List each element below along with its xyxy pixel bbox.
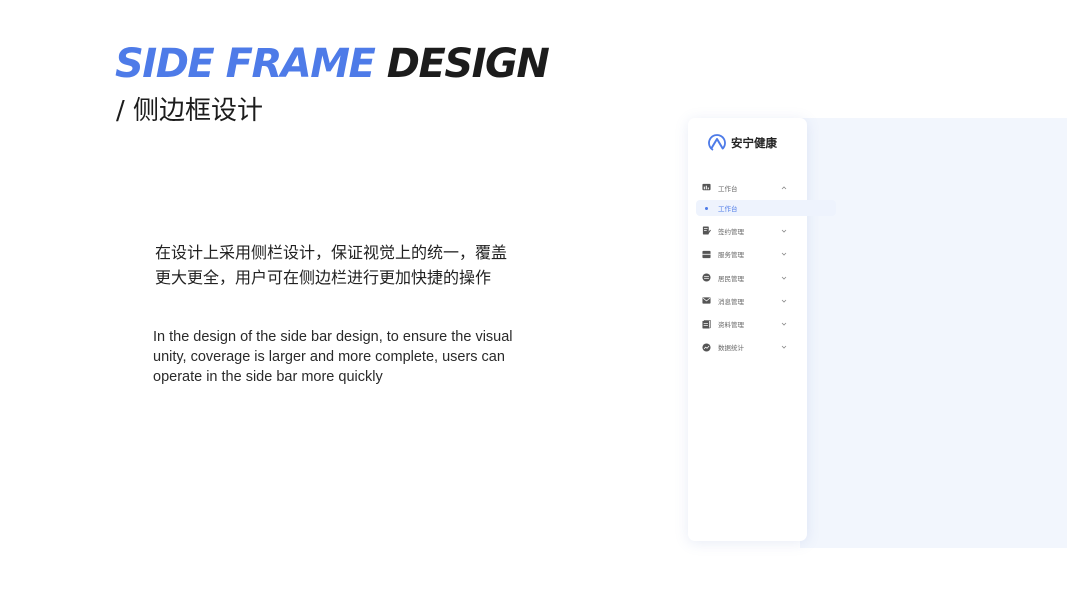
sidebar-item-label: 服务管理 [718,251,744,260]
submenu-highlight [696,200,836,217]
sidebar-item-label: 工作台 [718,184,738,193]
sidebar-item-label: 签约管理 [718,227,744,236]
content-area [800,118,1067,548]
sidebar-item-document[interactable]: 资料管理 [688,312,807,335]
sidebar-item-label: 消息管理 [718,297,744,306]
sidebar-item-resident[interactable]: 居民管理 [688,266,807,289]
chevron-down-icon [781,299,787,303]
mountain-logo-icon [708,134,726,152]
sidebar-item-service[interactable]: 服务管理 [688,243,807,266]
resident-icon [702,273,711,282]
chevron-down-icon [781,276,787,280]
contract-icon [702,226,711,235]
sidebar-item-label: 数据统计 [718,344,744,353]
chevron-down-icon [781,229,787,233]
service-icon [702,250,711,258]
sidebar-item-label: 资料管理 [718,321,744,330]
title-rest: DESIGN [386,41,550,87]
slide-title: SIDE FRAME DESIGN [115,36,550,92]
sidebar-item-label: 居民管理 [718,274,744,283]
chevron-down-icon [781,346,787,349]
description-english: In the design of the side bar design, to… [153,329,513,385]
sidebar-item-statistics[interactable]: 数据统计 [688,336,807,359]
description-chinese: 在设计上采用侧栏设计，保证视觉上的统一，覆盖更大更全，用户可在侧边栏进行更加快捷… [155,243,508,287]
submenu-item-workbench[interactable]: 工作台 [688,199,836,217]
sidebar-menu: 工作台 工作台 签约管理 服务管理 居民管理 消息管理 资料管理 数据统计 [688,176,836,359]
dashboard-icon [702,184,711,191]
document-icon [702,319,711,329]
mail-icon [702,297,711,304]
submenu-item-label: 工作台 [718,205,738,214]
chevron-down-icon [781,252,787,256]
slide-subtitle: / 侧边框设计 [116,96,264,126]
sidebar-item-workbench[interactable]: 工作台 [688,176,807,199]
brand-name: 安宁健康 [731,136,777,150]
sidebar-panel: 安宁健康 工作台 工作台 签约管理 服务管理 居民管理 消息管理 资料管理 数据… [688,118,836,541]
sidebar-item-contract[interactable]: 签约管理 [688,219,807,242]
title-accent: SIDE FRAME [115,41,376,87]
chevron-down-icon [781,322,787,326]
chart-icon [702,343,711,352]
active-dot [705,206,708,210]
chevron-up-icon [781,186,787,189]
brand-logo[interactable]: 安宁健康 [707,132,777,154]
sidebar-item-message[interactable]: 消息管理 [688,289,807,312]
